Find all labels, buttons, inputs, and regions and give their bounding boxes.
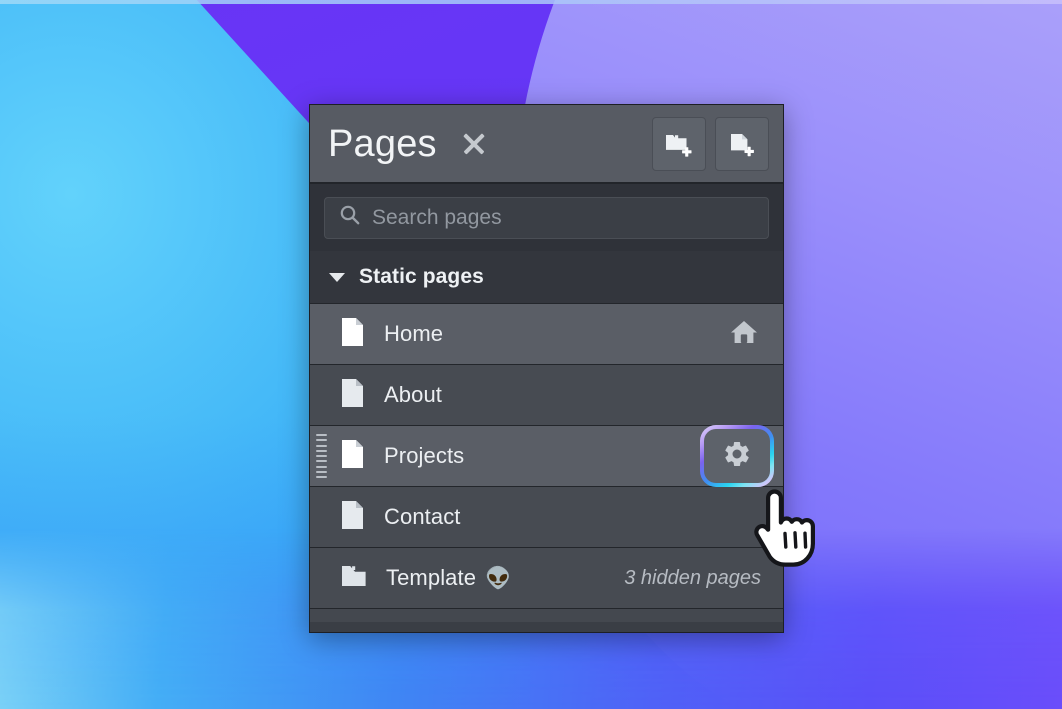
folder-plus-icon xyxy=(664,130,694,158)
hidden-pages-count: 3 hidden pages xyxy=(624,566,761,589)
file-icon xyxy=(340,500,366,535)
file-plus-icon xyxy=(727,130,757,158)
folder-icon xyxy=(340,562,368,595)
caret-down-icon xyxy=(329,272,345,282)
section-title: Static pages xyxy=(359,265,484,288)
new-page-button[interactable] xyxy=(715,116,769,171)
list-item-label: Template xyxy=(386,565,477,590)
list-item-label: About xyxy=(384,382,442,407)
page-title: Pages xyxy=(328,122,437,165)
list-item-label: Home xyxy=(384,321,444,346)
panel-bottom-edge xyxy=(310,622,783,632)
gear-button-inner xyxy=(704,429,770,483)
file-icon xyxy=(340,317,366,352)
close-icon[interactable] xyxy=(459,129,489,159)
page-settings-button[interactable] xyxy=(700,425,774,487)
pages-list: Home About Projects Contact Template 👽 3… xyxy=(310,304,783,622)
section-header-static-pages[interactable]: Static pages xyxy=(310,251,783,304)
list-item[interactable]: Contact xyxy=(310,487,783,548)
screen: Pages Search pages Static pages Home Abo… xyxy=(0,0,1062,709)
search-placeholder: Search pages xyxy=(372,206,502,229)
list-item-label: Projects xyxy=(384,443,465,468)
search-icon xyxy=(339,204,361,231)
search-input[interactable]: Search pages xyxy=(324,196,769,239)
new-folder-button[interactable] xyxy=(652,116,706,171)
alien-emoji: 👽 xyxy=(485,566,512,590)
panel-header: Pages xyxy=(310,105,783,184)
list-item[interactable]: About xyxy=(310,365,783,426)
home-icon xyxy=(729,318,759,351)
file-icon xyxy=(340,439,366,474)
list-item[interactable]: Projects xyxy=(310,425,783,487)
list-item[interactable]: Home xyxy=(310,304,783,365)
list-item[interactable]: Template 👽 3 hidden pages xyxy=(310,548,783,609)
gear-icon xyxy=(722,439,752,474)
wallpaper-top-edge xyxy=(0,0,1062,4)
file-icon xyxy=(340,378,366,413)
pages-panel: Pages Search pages Static pages Home Abo… xyxy=(309,104,784,633)
list-item-label: Contact xyxy=(384,504,461,529)
search-zone: Search pages xyxy=(310,184,783,251)
drag-handle[interactable] xyxy=(316,434,328,478)
